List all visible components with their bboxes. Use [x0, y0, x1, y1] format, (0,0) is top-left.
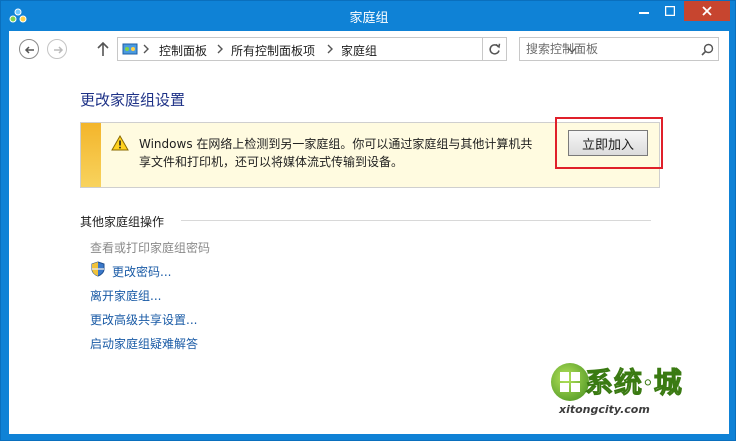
other-actions-heading: 其他家庭组操作: [80, 215, 165, 229]
join-now-button[interactable]: 立即加入: [568, 130, 648, 156]
search-icon[interactable]: [701, 43, 714, 56]
banner-message-line-2: 享文件和打印机，还可以将媒体流式传输到设备。: [139, 155, 404, 169]
watermark-logo: [551, 363, 589, 401]
watermark-title: 系统·城: [585, 366, 683, 400]
control-panel-icon: [122, 43, 138, 55]
window-title: 家庭组: [349, 11, 389, 26]
troubleshoot-link[interactable]: 启动家庭组疑难解答: [90, 335, 198, 352]
back-button[interactable]: [19, 39, 39, 59]
minimize-button[interactable]: [631, 1, 657, 21]
breadcrumb-all-items[interactable]: 所有控制面板项: [231, 42, 315, 59]
breadcrumb-separator-icon: [217, 44, 223, 54]
windows-logo-icon: [560, 372, 580, 392]
change-password-link[interactable]: 更改密码...: [112, 263, 171, 280]
maximize-icon: [664, 5, 676, 17]
watermark-subtitle: xitongcity.com: [559, 403, 650, 416]
up-arrow-icon[interactable]: [95, 40, 111, 58]
close-button[interactable]: [684, 1, 730, 21]
address-bar[interactable]: 控制面板 所有控制面板项 家庭组: [117, 37, 577, 61]
warning-icon: [111, 135, 129, 151]
breadcrumb-homegroup[interactable]: 家庭组: [341, 42, 377, 59]
minimize-icon: [639, 12, 649, 14]
search-input[interactable]: [526, 41, 686, 57]
leave-homegroup-link[interactable]: 离开家庭组...: [90, 287, 161, 304]
breadcrumb-control-panel[interactable]: 控制面板: [159, 42, 207, 59]
search-box[interactable]: [519, 37, 719, 61]
shield-icon: [91, 261, 105, 277]
breadcrumb-separator-icon: [327, 44, 333, 54]
banner-message-line-1: Windows 在网络上检测到另一家庭组。你可以通过家庭组与其他计算机共: [139, 137, 533, 151]
refresh-button[interactable]: [483, 37, 507, 61]
site-watermark: 系统·城 xitongcity.com: [551, 363, 711, 419]
content-area: 控制面板 所有控制面板项 家庭组 更改家庭组设置: [9, 31, 729, 434]
page-title: 更改家庭组设置: [80, 91, 186, 109]
homegroup-detected-banner: Windows 在网络上检测到另一家庭组。你可以通过家庭组与其他计算机共 享文件…: [80, 117, 663, 188]
section-divider: [181, 220, 651, 221]
breadcrumb-separator-icon: [143, 44, 149, 54]
refresh-icon: [489, 43, 501, 55]
back-arrow-icon: [24, 46, 34, 54]
banner-stripe: [81, 123, 101, 187]
banner-message: Windows 在网络上检测到另一家庭组。你可以通过家庭组与其他计算机共 享文件…: [139, 135, 539, 171]
close-icon: [702, 6, 712, 16]
forward-arrow-icon: [54, 46, 64, 54]
title-bar[interactable]: 家庭组: [1, 1, 736, 31]
homegroup-window: 家庭组 控制面板 所有控制面板项 家庭组 搜索控制面板 更改家庭组设置 Wind…: [0, 0, 736, 441]
maximize-button[interactable]: [657, 1, 683, 21]
view-print-password-link: 查看或打印家庭组密码: [90, 241, 211, 255]
navigation-bar: 控制面板 所有控制面板项 家庭组: [9, 31, 729, 67]
advanced-sharing-link[interactable]: 更改高级共享设置...: [90, 311, 197, 328]
forward-button[interactable]: [47, 39, 67, 59]
